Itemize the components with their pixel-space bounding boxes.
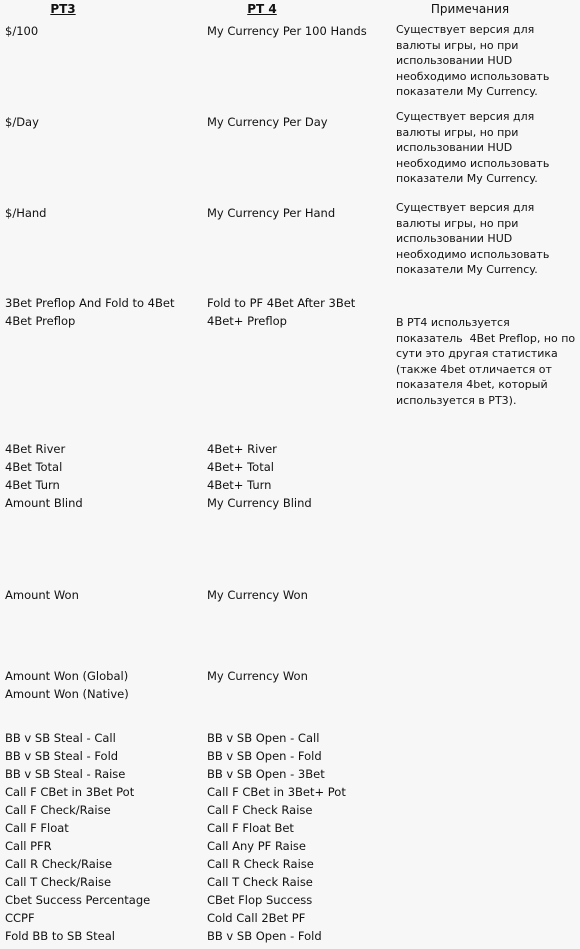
pt4-stat-name: 4Bet+ River	[207, 442, 277, 456]
pt3-stat-name: BB v SB Steal - Call	[5, 731, 116, 745]
pt4-stat-group: Fold to PF 4Bet After 3Bet 4Bet+ Preflop	[207, 294, 392, 330]
pt4-stat-name: My Currency Per Hand	[207, 206, 336, 220]
pt4-stat-name: BB v SB Open - Fold	[207, 749, 322, 763]
pt4-stat-name: BB v SB Open - Call	[207, 731, 320, 745]
pt4-stat-name: My Currency Won	[207, 669, 308, 683]
pt3-stat-name: 3Bet Preflop And Fold to 4Bet	[5, 296, 175, 310]
pt3-stat-name: Call R Check/Raise	[5, 857, 113, 871]
pt3-stat-name: $/Hand	[5, 206, 47, 220]
pt4-stat-name: 4Bet+ Preflop	[207, 314, 287, 328]
pt3-stat-name: Call T Check/Raise	[5, 875, 112, 889]
pt4-stat-name: Call T Check Raise	[207, 875, 313, 889]
mapping-list: BB v SB Steal - Call BB v SB Open - Call B…	[0, 729, 580, 949]
pt4-stat-name: Cold Call 2Bet PF	[207, 911, 306, 925]
table-row: CCPF Cold Call 2Bet PF	[0, 909, 580, 927]
column-header-pt4: PT 4	[247, 2, 277, 16]
pt4-stat-name: My Currency Per 100 Hands	[207, 24, 367, 38]
pt3-stat-name: 4Bet Turn	[5, 478, 60, 492]
pt3-stat-name: $/100	[5, 24, 39, 38]
pt3-stat-name: 4Bet River	[5, 442, 66, 456]
pt3-stat-name: Cbet Success Percentage	[5, 893, 151, 907]
pt3-stat-name: Amount Won (Native)	[5, 687, 129, 701]
pt4-stat-name: CBet Flop Success	[207, 893, 313, 907]
table-row: Call F CBet in 3Bet Pot Call F CBet in 3B…	[0, 783, 580, 801]
pt3-stat-name: 4Bet Preflop	[5, 314, 76, 328]
column-header-pt3: PT3	[50, 2, 76, 16]
pt3-stat-name: Amount Won	[5, 588, 79, 602]
pt4-stat-name: 4Bet+ Turn	[207, 478, 272, 492]
pt3-stat-name: $/Day	[5, 115, 39, 129]
pt3-stat-name: Call F CBet in 3Bet Pot	[5, 785, 135, 799]
column-header-notes: Примечания	[430, 2, 510, 16]
table-row: Call T Check/Raise Call T Check Raise	[0, 873, 580, 891]
pt4-stat-name: Call R Check Raise	[207, 857, 314, 871]
mapping-note: Существует версия для валюты игры, но пр…	[396, 110, 553, 186]
pt3-stat-name: CCPF	[5, 911, 35, 925]
table-header-row: PT3 PT 4 Примечания	[0, 0, 580, 20]
pt3-stat-name: Call PFR	[5, 839, 52, 853]
pt4-stat-name: Fold to PF 4Bet After 3Bet	[207, 296, 356, 310]
pt4-stat-name: BB v SB Open - Fold	[207, 929, 322, 943]
pt3-stat-name: Fold BB to SB Steal	[5, 929, 115, 943]
table-row: BB v SB Steal - Call BB v SB Open - Call	[0, 729, 580, 747]
pt4-stat-name: 4Bet+ Total	[207, 460, 274, 474]
pt3-stat-name: Call F Check/Raise	[5, 803, 111, 817]
stats-mapping-sheet: PT3 PT 4 Примечания $/100 My Currency Pe…	[0, 0, 580, 949]
mapping-note: В PT4 используется показатель 4Bet Prefl…	[396, 316, 579, 407]
pt3-stat-name: BB v SB Steal - Raise	[5, 767, 126, 781]
mapping-note: Существует версия для валюты игры, но пр…	[396, 23, 553, 99]
table-row: Cbet Success Percentage CBet Flop Success	[0, 891, 580, 909]
pt3-stat-group: 4Bet River 4Bet Total 4Bet Turn Amount B…	[5, 440, 205, 512]
table-row: Fold BB to SB Steal BB v SB Open - Fold	[0, 927, 580, 945]
pt3-stat-name: Amount Won (Global)	[5, 669, 129, 683]
pt3-stat-name: Call F Float	[5, 821, 69, 835]
pt4-stat-name: Call F CBet in 3Bet+ Pot	[207, 785, 346, 799]
pt3-stat-name: 4Bet Total	[5, 460, 63, 474]
table-row: Call R Check/Raise Call R Check Raise	[0, 855, 580, 873]
pt4-stat-name: Call F Float Bet	[207, 821, 294, 835]
pt4-stat-group: 4Bet+ River 4Bet+ Total 4Bet+ Turn My Cu…	[207, 440, 392, 512]
pt4-stat-name: BB v SB Open - 3Bet	[207, 767, 325, 781]
pt4-stat-group: My Currency Won	[207, 667, 392, 685]
pt3-stat-name: Amount Blind	[5, 496, 83, 510]
table-row: Call F Check/Raise Call F Check Raise	[0, 801, 580, 819]
table-row: BB v SB Steal - Fold BB v SB Open - Fold	[0, 747, 580, 765]
table-row: BB v SB Steal - Raise BB v SB Open - 3Bet	[0, 765, 580, 783]
mapping-note: Существует версия для валюты игры, но пр…	[396, 201, 553, 277]
pt4-stat-name: Call Any PF Raise	[207, 839, 306, 853]
table-row: Call F Float Call F Float Bet	[0, 819, 580, 837]
pt3-stat-group: 3Bet Preflop And Fold to 4Bet 4Bet Prefl…	[5, 294, 205, 330]
pt3-stat-group: Amount Won (Global) Amount Won (Native)	[5, 667, 205, 703]
pt3-stat-name: BB v SB Steal - Fold	[5, 749, 119, 763]
pt4-stat-name: Call F Check Raise	[207, 803, 313, 817]
pt4-stat-name: My Currency Blind	[207, 496, 312, 510]
table-row: Call PFR Call Any PF Raise	[0, 837, 580, 855]
pt4-stat-name: My Currency Won	[207, 588, 308, 602]
pt4-stat-name: My Currency Per Day	[207, 115, 328, 129]
